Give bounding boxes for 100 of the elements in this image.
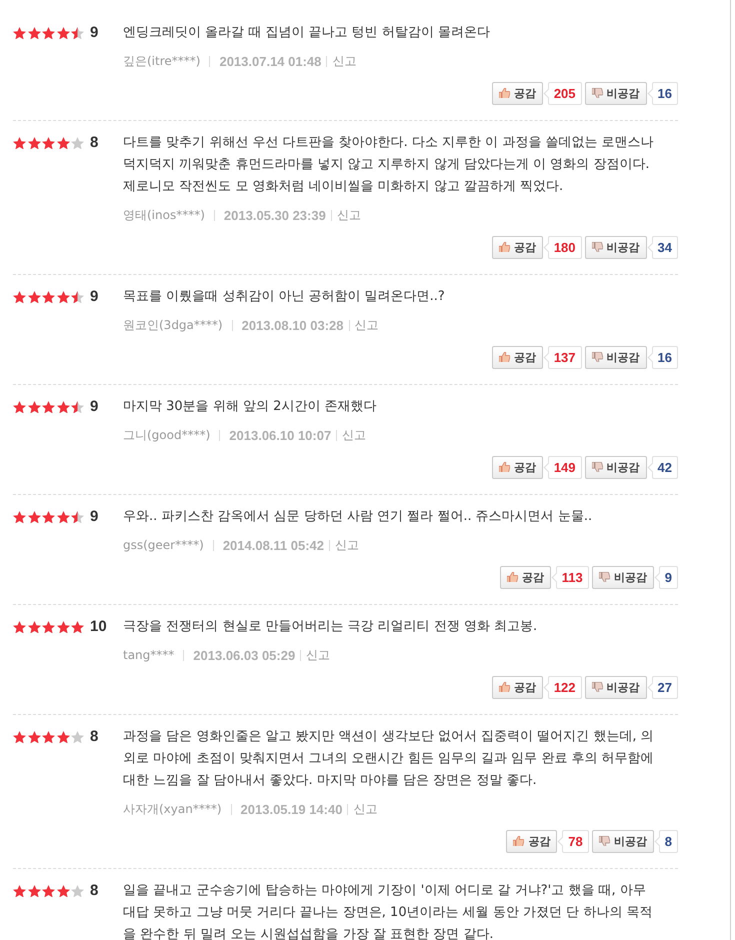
star-icon	[42, 136, 55, 150]
star-icon	[71, 510, 84, 524]
rating-score: 8	[90, 881, 98, 901]
star-icon	[42, 510, 55, 524]
star-icon	[42, 884, 55, 898]
star-icon	[13, 400, 26, 414]
like-count: 149	[542, 456, 582, 478]
thumbs-down-icon	[592, 462, 603, 472]
review-date: 2013.06.03 05:29	[193, 648, 296, 662]
dislike-button[interactable]: 비공감	[584, 346, 647, 368]
review-date: 2013.05.30 23:39	[224, 208, 326, 222]
star-icon	[71, 620, 84, 634]
thumbs-down-icon	[592, 242, 603, 252]
like-button[interactable]: 공감	[492, 236, 543, 258]
rating-score: 10	[90, 617, 107, 637]
rating-score: 9	[90, 287, 98, 307]
rating-score: 8	[90, 133, 98, 153]
author-name: 원코인(3dga****)	[123, 316, 223, 334]
dislike-button[interactable]: 비공감	[584, 236, 647, 258]
star-icon	[28, 136, 40, 150]
star-icon	[71, 730, 84, 744]
star-icon	[56, 730, 70, 744]
like-button[interactable]: 공감	[492, 456, 543, 478]
star-icon	[13, 730, 26, 744]
dislike-count: 9	[654, 566, 678, 588]
like-button[interactable]: 공감	[500, 566, 551, 588]
thumbs-up-icon	[498, 462, 510, 472]
dislike-button[interactable]: 비공감	[592, 566, 654, 588]
rating-score: 9	[90, 23, 98, 43]
star-icon	[56, 26, 70, 40]
dislike-button[interactable]: 비공감	[584, 82, 647, 104]
review-text: 목표를 이뤘을때 성취감이 아닌 공허함이 밀려온다면..?	[123, 288, 446, 306]
dislike-button[interactable]: 비공감	[592, 830, 654, 852]
author-name: 그니(good****)	[123, 426, 210, 444]
review-text: 극장을 전쟁터의 현실로 만들어버리는 극강 리얼리티 전쟁 영화 최고봉.	[123, 618, 538, 636]
dislike-count: 8	[654, 830, 678, 852]
star-icon	[71, 884, 84, 898]
thumbs-up-icon	[498, 88, 510, 98]
star-icon	[28, 26, 40, 40]
thumbs-down-icon	[598, 572, 610, 582]
thumbs-down-icon	[592, 352, 603, 362]
star-icon	[42, 400, 55, 414]
author-name: gss(geer****)	[123, 538, 204, 552]
dislike-button[interactable]: 비공감	[584, 676, 647, 698]
review-date: 2013.06.10 10:07	[229, 428, 332, 442]
thumbs-up-icon	[498, 242, 510, 252]
like-count: 113	[550, 566, 589, 588]
star-icon	[42, 290, 55, 304]
review-text: 엔딩크레딧이 올라갈 때 집념이 끝나고 텅빈 허탈감이 몰려온다	[123, 24, 491, 42]
star-icon	[13, 510, 26, 524]
dislike-button[interactable]: 비공감	[584, 456, 647, 478]
review-date: 2013.08.10 03:28	[242, 318, 344, 332]
like-button[interactable]: 공감	[492, 676, 543, 698]
rating-score: 8	[90, 727, 98, 747]
dislike-count: 27	[646, 676, 678, 698]
star-icon	[42, 26, 55, 40]
dislike-count: 16	[646, 346, 678, 368]
star-icon	[56, 290, 70, 304]
star-icon	[28, 400, 40, 414]
rating-score: 9	[90, 507, 98, 527]
star-icon	[13, 26, 26, 40]
dislike-count: 16	[646, 82, 678, 104]
star-icon	[56, 510, 70, 524]
review-text: 과정을 담은 영화인줄은 알고 봤지만 액션이 생각보단 없어서 집중력이 떨어지긴 했는데, 의외로 마야에 초점이 맞춰지면서 그녀의 오랜시간 힘든 임무의 길과 임무 완료 후의 허무함에 대한 느낌을 잘 담아내서 좋았다. 마지막 마야를 담은 장면은 정말 좋다.	[123, 728, 655, 790]
star-icon	[13, 290, 26, 304]
star-icon	[28, 884, 40, 898]
author-name: 깊은(itre****)	[123, 52, 200, 70]
review-text: 다트를 맞추기 위해선 우선 다트판을 찾아야한다. 다소 지루한 이 과정을 쓸데없는 로맨스나 덕지덕지 끼워맞춘 휴먼드라마를 넣지 않고 지루하지 않게 담았다는게 이 영화의 장점이다. 제로니모 작전씬도 모 영화처럼 네이비씰을 미화하지 않고 깔끔하게 찍었다.	[123, 134, 655, 196]
thumbs-up-icon	[498, 682, 510, 692]
review-date: 2014.08.11 05:42	[222, 538, 324, 552]
like-count: 122	[542, 676, 582, 698]
thumbs-down-icon	[598, 836, 610, 846]
star-icon	[71, 400, 84, 414]
star-icon	[13, 136, 26, 150]
like-count: 205	[542, 82, 582, 104]
thumbs-down-icon	[592, 682, 603, 692]
thumbs-up-icon	[513, 836, 524, 846]
like-button[interactable]: 공감	[492, 346, 543, 368]
like-button[interactable]: 공감	[492, 82, 543, 104]
review-text: 일을 끝내고 군수송기에 탑승하는 마야에게 기장이 '이제 어디로 갈 거냐?'고 했을 때, 아무 대답 못하고 그냥 머뭇 거리다 끝나는 장면은, 10년이라는 세월 동안 가졌던 단 하나의 목적을 완수한 뒤 밀려 오는 시원섭섭함을 가장 잘 표현한 장면 같다.	[123, 882, 654, 940]
dislike-count: 34	[646, 236, 678, 258]
like-button[interactable]: 공감	[506, 830, 558, 852]
star-icon	[28, 510, 40, 524]
star-icon	[56, 136, 70, 150]
author-name: tang****	[123, 648, 174, 662]
thumbs-up-icon	[506, 572, 518, 582]
star-icon	[71, 290, 84, 304]
thumbs-down-icon	[592, 88, 603, 98]
review-text: 마지막 30분을 위해 앞의 2시간이 존재했다	[123, 398, 378, 416]
star-icon	[71, 136, 84, 150]
star-icon	[42, 730, 55, 744]
rating-score: 9	[90, 397, 98, 417]
author-name: 사자개(xyan****)	[123, 800, 222, 818]
dislike-count: 42	[646, 456, 678, 478]
like-count: 78	[557, 830, 589, 852]
star-icon	[13, 620, 26, 634]
star-icon	[56, 400, 70, 414]
author-name: 영태(inos****)	[123, 206, 205, 224]
star-icon	[42, 620, 55, 634]
star-icon	[13, 884, 26, 898]
